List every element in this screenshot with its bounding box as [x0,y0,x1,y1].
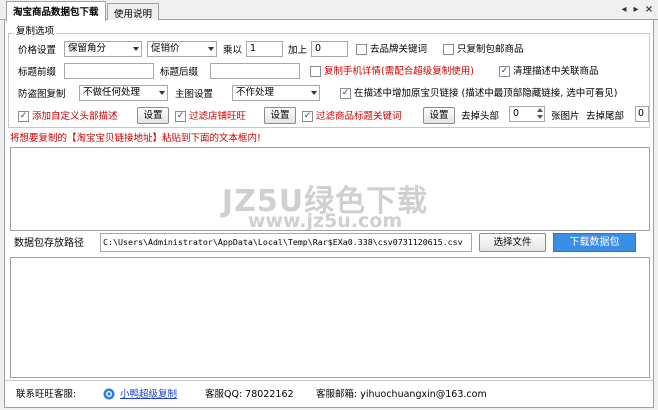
anti-theft-label: 防盗图复制 [18,89,66,100]
save-path-label: 数据包存放路径 [14,238,84,249]
price-type-value: 保留角分 [68,43,107,54]
plus-input[interactable]: 0 [311,41,348,57]
wangwang-link[interactable]: 小鸭超级复制 [120,388,177,401]
paste-instruction: 将想要复制的【淘宝宝贝链接地址】粘贴到下面的文本框内! [10,133,261,144]
custom-header-settings-button[interactable]: 设置 [137,107,169,124]
anti-theft-select[interactable]: 不做任何处理 [79,85,168,101]
remove-tail-value: 0 [638,108,645,119]
add-custom-header-checkbox[interactable]: ✓ [18,111,29,122]
remove-head-label: 去掉头部 [461,111,500,122]
title-suffix-input[interactable] [210,63,300,79]
email-label: 客服邮箱: yihuochuangxin@163.com [316,389,487,400]
remove-head-value: 0 [513,108,520,119]
download-package-button[interactable]: 下载数据包 [553,233,636,252]
copy-options-title: 复制选项 [14,25,57,38]
tab-taobao-download[interactable]: 淘宝商品数据包下载 [6,1,106,21]
only-free-shipping-label: 只复制包邮商品 [457,44,524,55]
multiply-label: 乘以 [223,45,243,56]
price-setting-label: 价格设置 [18,45,57,56]
filter-title-keywords-checkbox[interactable]: ✓ [302,111,313,122]
remove-tail-label: 去掉尾部 [586,111,625,122]
remove-tail-spinner[interactable]: 0 [635,106,649,122]
clean-related-products-label: 清理描述中关联商品 [513,66,599,77]
price-source-value: 促销价 [151,43,180,54]
title-prefix-label: 标题前缀 [18,67,57,78]
spin-up-icon[interactable] [537,108,543,112]
filter-shop-settings-button[interactable]: 设置 [264,107,296,124]
contact-label: 联系旺旺客服: [16,389,77,400]
price-type-select[interactable]: 保留角分 [64,41,142,57]
remove-brand-keywords-checkbox[interactable] [356,44,367,55]
close-icon[interactable]: × [643,4,655,16]
chevron-down-icon [133,47,139,51]
add-custom-header-label: 添加自定义头部描述 [32,111,118,122]
chevron-down-icon [208,47,214,51]
footer-divider [5,380,653,381]
multiply-input[interactable]: 1 [246,41,283,57]
clean-related-products-checkbox[interactable]: ✓ [499,66,510,77]
title-suffix-label: 标题后缀 [160,67,199,78]
filter-title-keywords-label: 过滤商品标题关键词 [316,111,402,122]
plus-label: 加上 [288,45,308,56]
tab-bar: 淘宝商品数据包下载 使用说明 [0,0,658,21]
price-source-select[interactable]: 促销价 [147,41,217,57]
main-image-value: 不作处理 [236,87,275,98]
filter-title-settings-button[interactable]: 设置 [423,107,455,124]
filter-shop-wangwang-checkbox[interactable]: ✓ [175,111,186,122]
log-textarea[interactable] [10,257,650,378]
add-original-link-checkbox[interactable]: ✓ [340,88,351,99]
qq-label: 客服QQ: 78022162 [205,389,294,400]
tab-instructions[interactable]: 使用说明 [107,3,160,20]
anti-theft-value: 不做任何处理 [83,87,141,98]
remove-brand-keywords-label: 去品牌关键词 [370,44,428,55]
spin-down-icon[interactable] [537,115,543,119]
tab-scroll-right-icon[interactable]: ▸ [630,4,642,16]
copy-mobile-details-label: 复制手机详情(需配合超级复制使用) [324,66,474,77]
tab-scroll-left-icon[interactable]: ◂ [618,4,630,16]
choose-file-button[interactable]: 选择文件 [479,233,546,252]
save-path-input[interactable]: C:\Users\Administrator\AppData\Local\Tem… [100,233,472,252]
remove-head-spinner[interactable]: 0 [509,106,545,122]
watermark-url: www.jz5u.com [247,210,403,232]
chevron-down-icon [159,91,165,95]
title-prefix-input[interactable] [64,63,154,79]
filter-shop-wangwang-label: 过滤店铺旺旺 [189,111,247,122]
main-image-label: 主图设置 [175,89,214,100]
only-free-shipping-checkbox[interactable] [443,44,454,55]
copy-mobile-details-checkbox[interactable] [310,66,321,77]
images-label: 张图片 [551,111,580,122]
main-image-select[interactable]: 不作处理 [232,85,320,101]
add-original-link-label: 在描述中增加原宝贝链接 (描述中最顶部隐藏链接, 选中可看见) [354,88,618,99]
chevron-down-icon [311,91,317,95]
wangwang-icon [103,388,115,400]
